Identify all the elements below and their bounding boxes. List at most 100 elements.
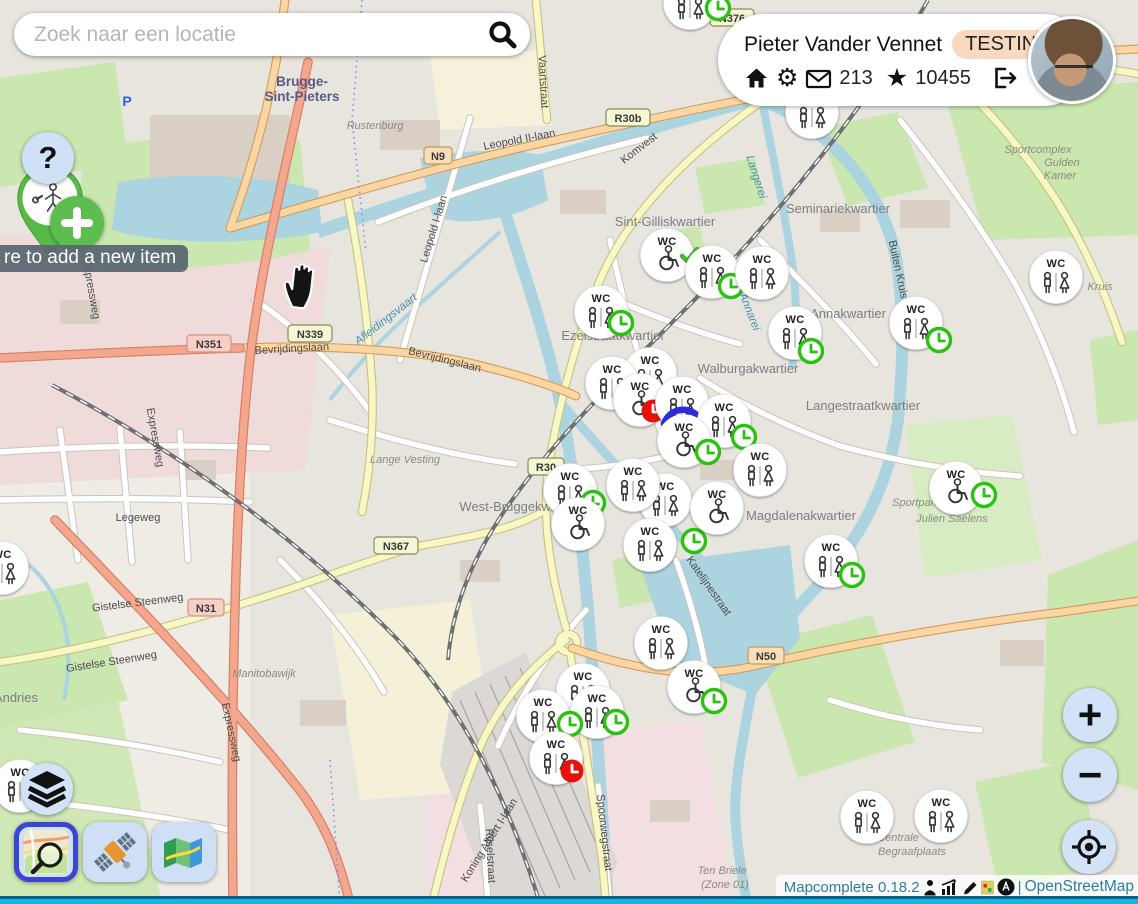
svg-text:Rustenburg: Rustenburg — [347, 120, 405, 132]
svg-text:Kamer: Kamer — [1044, 170, 1078, 182]
svg-text:N50: N50 — [756, 651, 776, 663]
search-icon[interactable] — [484, 17, 520, 53]
search-input[interactable] — [32, 22, 484, 48]
svg-text:Manitobawijk: Manitobawijk — [232, 668, 296, 680]
mapcomplete-logo-icon[interactable] — [981, 880, 994, 895]
wc-marker[interactable]: WC — [841, 791, 894, 844]
style-map-button[interactable] — [152, 822, 216, 882]
opening-hours-badge — [683, 530, 706, 553]
svg-text:WC: WC — [931, 797, 950, 809]
svg-text:N31: N31 — [196, 603, 216, 615]
svg-text:Walburgakwartier: Walburgakwartier — [698, 361, 799, 376]
style-osm-button[interactable] — [14, 822, 78, 882]
geolocate-button[interactable] — [1062, 820, 1116, 874]
svg-text:Kruis: Kruis — [1087, 281, 1113, 293]
svg-text:WC: WC — [857, 798, 876, 810]
svg-text:WC: WC — [533, 697, 552, 709]
svg-text:Sint-Andries: Sint-Andries — [0, 690, 38, 705]
opening-hours-badge — [561, 760, 584, 783]
svg-text:Seminariekwartier: Seminariekwartier — [786, 201, 891, 216]
opening-hours-badge — [610, 312, 633, 335]
opening-hours-badge — [703, 690, 726, 713]
svg-text:Ten Briele: Ten Briele — [697, 865, 746, 877]
svg-text:Brugge-: Brugge- — [276, 74, 328, 89]
svg-text:P: P — [122, 93, 131, 109]
avatar-glasses — [1055, 65, 1093, 75]
statistics-chart-icon[interactable] — [940, 879, 959, 896]
svg-text:WC: WC — [587, 693, 606, 705]
svg-text:WC: WC — [573, 671, 592, 683]
openstreetmap-link[interactable]: OpenStreetMap — [1025, 878, 1134, 896]
wc-marker[interactable]: WC — [635, 617, 688, 670]
crosshair-icon — [1069, 827, 1109, 867]
style-satellite-button[interactable] — [83, 822, 147, 882]
svg-text:N9: N9 — [431, 151, 445, 163]
hand-cursor — [276, 260, 322, 312]
wc-marker[interactable]: WC — [736, 247, 789, 300]
zoom-in-button[interactable]: + — [1063, 688, 1117, 742]
layers-button[interactable] — [21, 763, 73, 815]
logout-icon[interactable] — [992, 66, 1018, 90]
mapcomplete-version-link[interactable]: Mapcomplete 0.18.2 — [784, 879, 920, 896]
satellite-icon — [91, 828, 139, 876]
opening-hours-badge — [973, 484, 996, 507]
search-bar — [14, 13, 530, 56]
copyright-icon[interactable] — [997, 878, 1015, 896]
svg-text:WC: WC — [1046, 258, 1065, 270]
svg-text:WC: WC — [714, 402, 733, 414]
svg-text:WC: WC — [640, 355, 659, 367]
wc-marker[interactable]: WC — [915, 790, 968, 843]
svg-text:Magdalenakwartier: Magdalenakwartier — [746, 508, 857, 523]
opening-hours-badge — [841, 564, 864, 587]
settings-gear-icon[interactable]: ⚙ — [776, 67, 798, 89]
zoom-out-button[interactable]: − — [1063, 748, 1117, 802]
mapcomplete-app: Brugge-Sint-PietersRustenburgVaartstraat… — [0, 0, 1138, 904]
svg-text:N339: N339 — [297, 329, 323, 341]
svg-text:WC: WC — [785, 314, 804, 326]
svg-text:Langestraatkwartier: Langestraatkwartier — [806, 398, 921, 413]
wc-marker[interactable]: WC — [1030, 251, 1083, 304]
svg-text:WC: WC — [640, 526, 659, 538]
svg-text:WC: WC — [0, 549, 12, 561]
user-avatar[interactable] — [1028, 16, 1116, 104]
svg-text:Sportcomplex: Sportcomplex — [1004, 144, 1072, 156]
osm-map-icon — [23, 829, 69, 875]
folded-map-icon — [162, 834, 206, 870]
add-new-item-button[interactable] — [50, 196, 104, 250]
svg-text:R30b: R30b — [615, 113, 642, 125]
svg-text:Sint-Gilliskwartier: Sint-Gilliskwartier — [615, 214, 716, 229]
svg-text:N367: N367 — [383, 541, 409, 553]
svg-text:N351: N351 — [196, 339, 222, 351]
wc-marker[interactable]: WC — [552, 498, 605, 551]
svg-text:WC: WC — [651, 624, 670, 636]
svg-text:WC: WC — [702, 253, 721, 265]
wc-marker[interactable]: WC — [691, 482, 744, 535]
svg-text:WC: WC — [906, 304, 925, 316]
messages-count: 213 — [839, 67, 872, 90]
svg-text:WC: WC — [623, 466, 642, 478]
add-item-tooltip: re to add a new item — [0, 245, 188, 272]
user-name: Pieter Vander Vennet — [744, 33, 942, 57]
wc-marker[interactable]: WC — [624, 519, 677, 572]
map-canvas[interactable]: Brugge-Sint-PietersRustenburgVaartstraat… — [0, 0, 1138, 904]
opening-hours-badge — [928, 329, 951, 352]
wc-marker[interactable]: WC — [607, 459, 660, 512]
messages-icon[interactable] — [805, 68, 832, 89]
opening-hours-badge — [605, 711, 628, 734]
zoom-in-label: + — [1078, 691, 1103, 739]
layers-icon — [25, 769, 69, 809]
opening-hours-badge — [800, 340, 823, 363]
svg-text:Begraafplaats: Begraafplaats — [878, 846, 946, 858]
home-icon[interactable] — [744, 66, 769, 90]
attribution-separator: | — [1018, 879, 1022, 896]
wc-marker[interactable]: WC — [734, 444, 787, 497]
svg-text:Legeweg: Legeweg — [116, 512, 161, 524]
user-stats-icon[interactable] — [923, 879, 937, 896]
help-button[interactable]: ? — [22, 132, 74, 184]
svg-text:WC: WC — [602, 364, 621, 376]
background-style-picker — [14, 822, 216, 882]
edit-pencil-icon[interactable] — [962, 879, 978, 896]
svg-text:WC: WC — [750, 451, 769, 463]
svg-text:Gulden: Gulden — [1044, 157, 1079, 169]
star-icon[interactable]: ★ — [886, 67, 908, 89]
